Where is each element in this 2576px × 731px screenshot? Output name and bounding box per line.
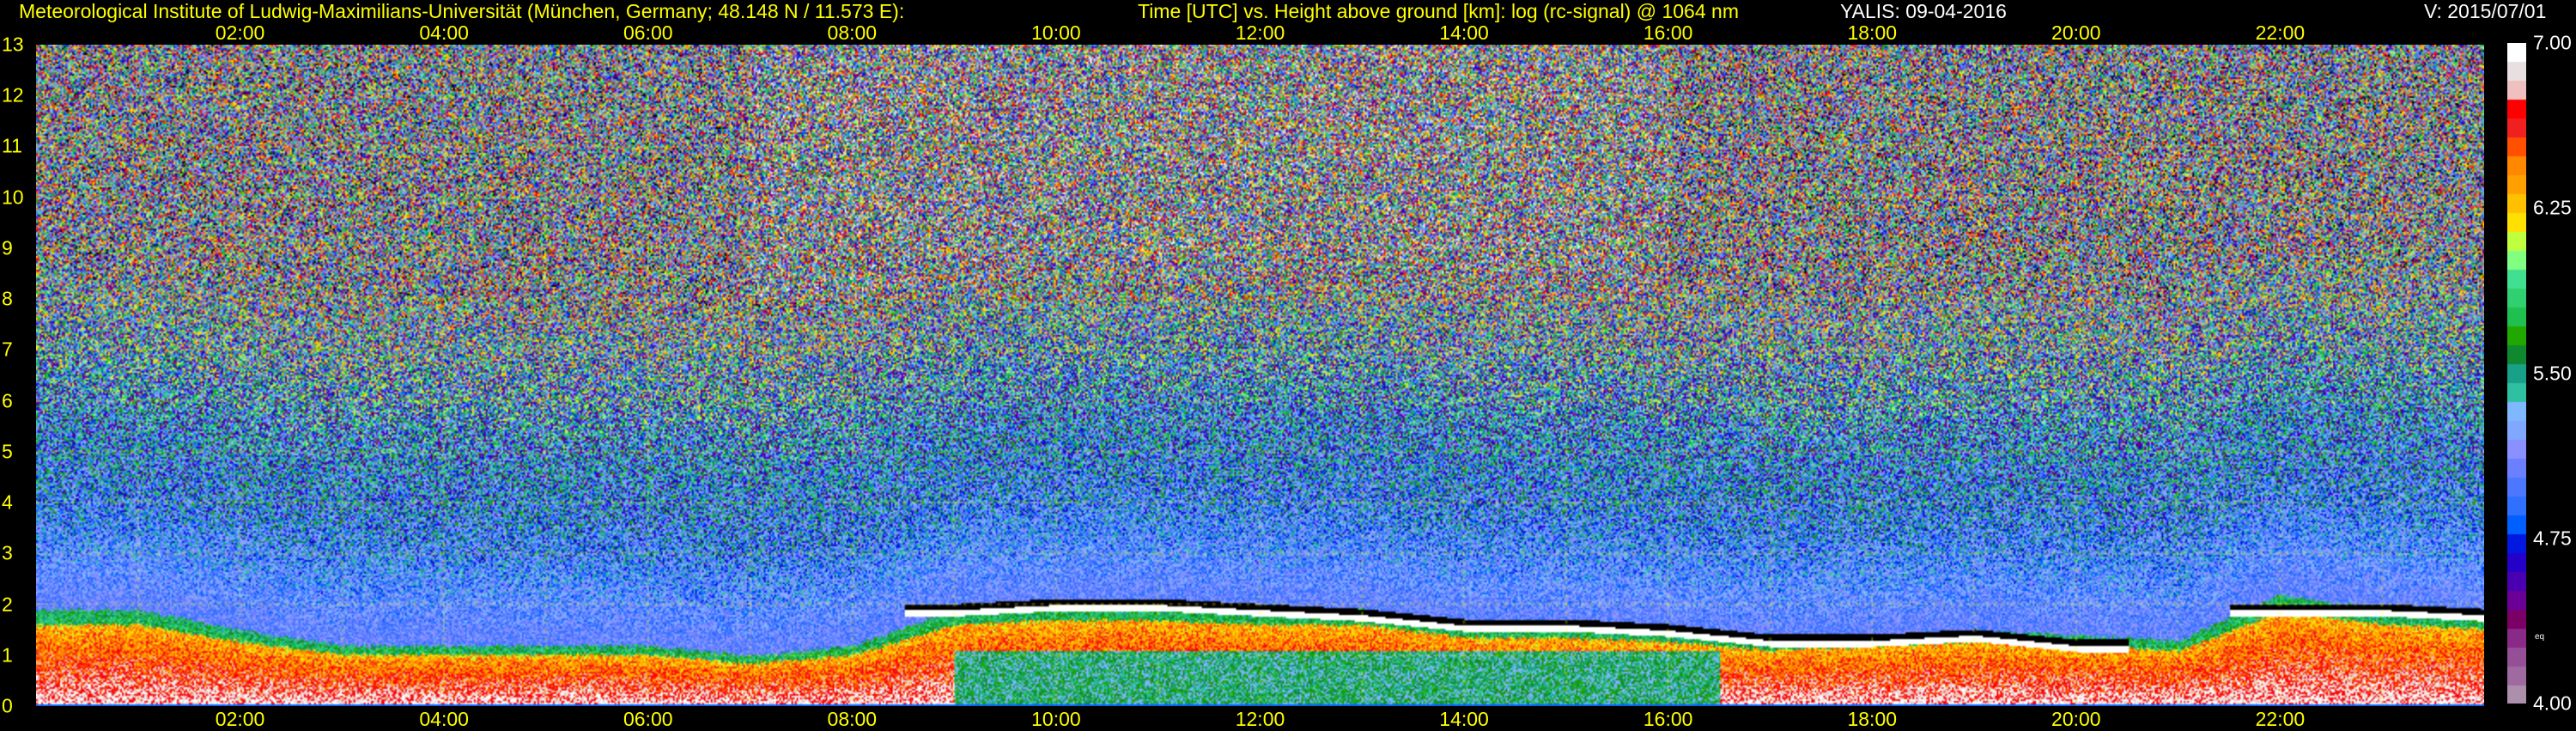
x-tick-label: 10:00 xyxy=(1031,21,1081,44)
x-tick-label: 10:00 xyxy=(1031,708,1081,730)
x-tick-label: 22:00 xyxy=(2255,708,2306,730)
x-tick-label: 14:00 xyxy=(1439,708,1489,730)
y-tick-label: 12 xyxy=(2,83,24,107)
colorbar-unit-label: eq xyxy=(2535,632,2545,642)
y-tick-label: 7 xyxy=(2,338,13,361)
colorbar xyxy=(2507,43,2526,704)
x-tick-label: 16:00 xyxy=(1643,21,1693,44)
x-tick-label: 20:00 xyxy=(2051,21,2101,44)
version-label: V: 2015/07/01 xyxy=(2424,0,2547,22)
y-tick-label: 2 xyxy=(2,593,13,616)
x-tick-label: 02:00 xyxy=(215,21,265,44)
x-tick-label: 12:00 xyxy=(1235,708,1285,730)
y-tick-label: 6 xyxy=(2,389,13,412)
x-tick-label: 16:00 xyxy=(1643,708,1693,730)
y-tick-label: 8 xyxy=(2,287,13,310)
colorbar-tick-label: 7.00 xyxy=(2533,31,2572,54)
y-tick-label: 0 xyxy=(2,694,13,717)
x-tick-label: 02:00 xyxy=(215,708,265,730)
x-tick-label: 12:00 xyxy=(1235,21,1285,44)
y-tick-label: 3 xyxy=(2,541,13,564)
x-tick-label: 06:00 xyxy=(623,21,673,44)
y-tick-label: 9 xyxy=(2,236,13,259)
x-tick-label: 04:00 xyxy=(419,708,469,730)
colorbar-tick-label: 4.00 xyxy=(2533,691,2572,715)
y-tick-label: 1 xyxy=(2,643,13,667)
x-tick-label: 18:00 xyxy=(1847,708,1898,730)
chart-title: Time [UTC] vs. Height above ground [km]:… xyxy=(1138,0,1739,22)
y-tick-label: 4 xyxy=(2,490,13,514)
x-tick-label: 22:00 xyxy=(2255,21,2306,44)
colorbar-tick-label: 4.75 xyxy=(2533,527,2572,550)
y-tick-label: 11 xyxy=(2,134,22,157)
colorbar-tick-label: 5.50 xyxy=(2533,362,2572,384)
x-tick-label: 04:00 xyxy=(419,21,469,44)
station-date: YALIS: 09-04-2016 xyxy=(1840,0,2007,22)
lidar-heatmap xyxy=(36,45,2484,706)
y-tick-label: 10 xyxy=(2,186,24,209)
institute-title: Meteorological Institute of Ludwig-Maxim… xyxy=(19,0,905,22)
x-tick-label: 06:00 xyxy=(623,708,673,730)
x-tick-label: 20:00 xyxy=(2051,708,2101,730)
x-tick-label: 08:00 xyxy=(827,708,878,730)
x-tick-label: 14:00 xyxy=(1439,21,1489,44)
x-tick-label: 18:00 xyxy=(1847,21,1898,44)
y-tick-label: 5 xyxy=(2,440,13,463)
y-tick-label: 13 xyxy=(2,33,24,56)
colorbar-tick-label: 6.25 xyxy=(2533,196,2572,219)
x-tick-label: 08:00 xyxy=(827,21,878,44)
